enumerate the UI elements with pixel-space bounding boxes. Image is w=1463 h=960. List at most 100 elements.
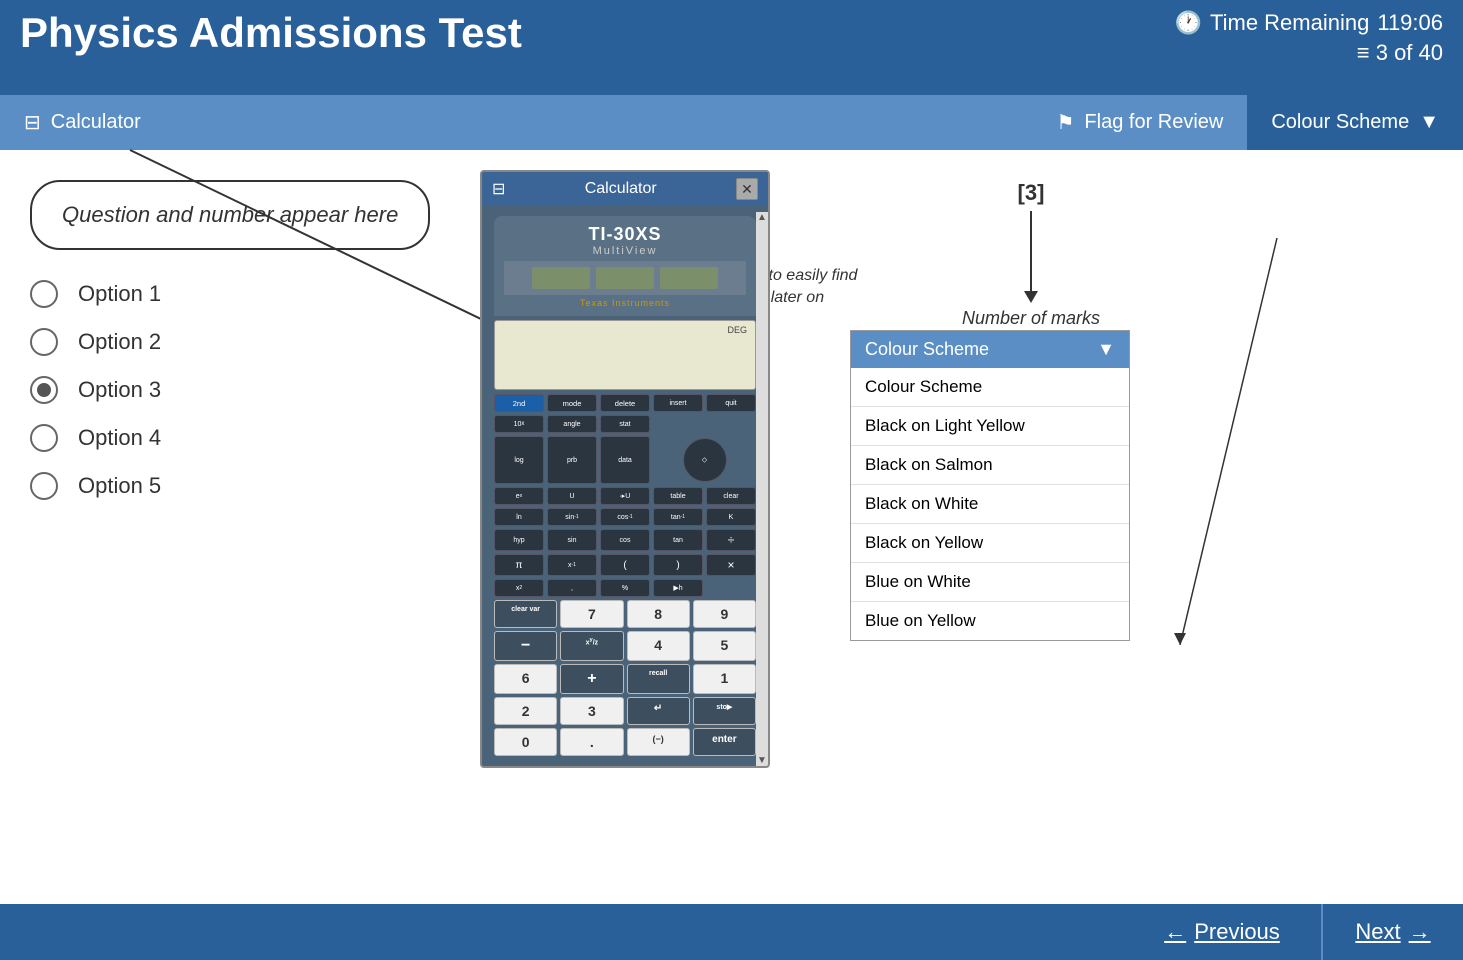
calculator-numpad: clear var 7 8 9 − xy/z 4 5 6 + recall 1 … — [494, 600, 756, 756]
calc-btn-tan1[interactable]: tan-1 — [653, 508, 703, 526]
calc-btn-sin[interactable]: sin — [547, 529, 597, 551]
marks-arrow-line — [1030, 211, 1032, 291]
option-radio-1[interactable] — [30, 280, 58, 308]
marks-label: Number of marks — [962, 308, 1100, 329]
calc-btn-7[interactable]: 7 — [560, 600, 623, 628]
footer: ← Previous Next → — [0, 904, 1463, 960]
calc-btn-table[interactable]: table — [653, 487, 703, 505]
calc-btn-log[interactable]: log — [494, 436, 544, 484]
calc-btn-xyroot[interactable]: xy/z — [560, 631, 623, 661]
dropdown-item-5[interactable]: Blue on White — [851, 563, 1129, 602]
calculator-button[interactable]: ⊟ Calculator — [0, 95, 165, 150]
calculator-scrollbar[interactable]: ▲ ▼ — [756, 212, 768, 766]
calc-btn-6[interactable]: 6 — [494, 664, 557, 694]
calculator-titlebar: ⊟ Calculator ✕ — [482, 172, 768, 206]
colour-scheme-dropdown: Colour Scheme ▼ Colour Scheme Black on L… — [850, 330, 1130, 641]
calc-btn-gtfrac[interactable]: ▶h — [653, 579, 703, 597]
calc-btn-ln[interactable]: ln — [494, 508, 544, 526]
dropdown-item-1[interactable]: Black on Light Yellow — [851, 407, 1129, 446]
calc-btn-9[interactable]: 9 — [693, 600, 756, 628]
calc-btn-recall[interactable]: recall — [627, 664, 690, 694]
scroll-down-arrow[interactable]: ▼ — [757, 755, 767, 766]
header: Physics Admissions Test 🕐 Time Remaining… — [0, 0, 1463, 95]
option-radio-3[interactable] — [30, 376, 58, 404]
next-label: Next — [1355, 919, 1400, 945]
calc-btn-8[interactable]: 8 — [627, 600, 690, 628]
calc-btn-3[interactable]: 3 — [560, 697, 623, 725]
option-radio-4[interactable] — [30, 424, 58, 452]
calc-btn-mode[interactable]: mode — [547, 394, 597, 412]
next-arrow-icon: → — [1409, 919, 1431, 945]
colour-scheme-button[interactable]: Colour Scheme ▼ — [1247, 95, 1463, 150]
calc-btn-x2[interactable]: x2 — [494, 579, 544, 597]
calc-btn-1[interactable]: 1 — [693, 664, 756, 694]
calc-btn-cos[interactable]: cos — [600, 529, 650, 551]
time-value: 119:06 — [1377, 10, 1443, 36]
flag-for-review-button[interactable]: ⚑ Flag for Review — [1032, 95, 1247, 150]
calc-btn-empty3[interactable]: U — [547, 487, 597, 505]
option-radio-2[interactable] — [30, 328, 58, 356]
colour-scheme-dropdown-header[interactable]: Colour Scheme ▼ — [851, 331, 1129, 368]
calc-btn-enter2[interactable]: enter — [693, 728, 756, 756]
calc-btn-clearvar[interactable]: clear var — [494, 600, 557, 628]
calc-btn-minus[interactable]: − — [494, 631, 557, 661]
calc-btn-prb[interactable]: prb — [547, 436, 597, 484]
calc-btn-clear[interactable]: clear — [706, 487, 756, 505]
calc-btn-5[interactable]: 5 — [693, 631, 756, 661]
calc-btn-quit[interactable]: quit — [706, 394, 756, 412]
calc-btn-enter1[interactable]: ↵ — [627, 697, 690, 725]
dropdown-item-0[interactable]: Colour Scheme — [851, 368, 1129, 407]
calc-btn-delete[interactable]: delete — [600, 394, 650, 412]
calc-btn-mul[interactable]: × — [706, 554, 756, 576]
next-button[interactable]: Next → — [1323, 904, 1463, 960]
calc-btn-sin1[interactable]: sin-1 — [547, 508, 597, 526]
scroll-up-arrow[interactable]: ▲ — [757, 212, 767, 223]
calc-btn-nav[interactable]: ⬦ — [683, 438, 727, 482]
calc-btn-x3[interactable]: , — [547, 579, 597, 597]
calc-btn-pi[interactable]: π — [494, 554, 544, 576]
calc-btn-hyp[interactable]: hyp — [494, 529, 544, 551]
calc-btn-k[interactable]: K — [706, 508, 756, 526]
colour-scheme-dropdown-chevron: ▼ — [1097, 339, 1115, 360]
option-label-1: Option 1 — [78, 281, 161, 307]
calc-btn-plus[interactable]: + — [560, 664, 623, 694]
calc-btn-xsq[interactable]: x-1 — [547, 554, 597, 576]
calc-btn-div[interactable]: ÷ — [706, 529, 756, 551]
dropdown-item-6[interactable]: Blue on Yellow — [851, 602, 1129, 640]
calc-btn-2[interactable]: 2 — [494, 697, 557, 725]
display-slot-2 — [596, 267, 654, 289]
calc-btn-4[interactable]: 4 — [627, 631, 690, 661]
dropdown-item-3[interactable]: Black on White — [851, 485, 1129, 524]
calc-btn-angle[interactable]: angle — [547, 415, 597, 433]
calc-btn-sto[interactable]: sto▶ — [693, 697, 756, 725]
option-label-5: Option 5 — [78, 473, 161, 499]
calc-btn-tan[interactable]: tan — [653, 529, 703, 551]
dropdown-item-2[interactable]: Black on Salmon — [851, 446, 1129, 485]
calc-btn-data[interactable]: data — [600, 436, 650, 484]
calc-btn-empty4[interactable]: ∙▸U — [600, 487, 650, 505]
calc-btn-insert[interactable]: insert — [653, 394, 703, 412]
calc-btn-empty5 — [706, 579, 756, 597]
calc-btn-cos1[interactable]: cos-1 — [600, 508, 650, 526]
calculator-deg-indicator: DEG — [727, 325, 747, 335]
option-label-4: Option 4 — [78, 425, 161, 451]
option-radio-5[interactable] — [30, 472, 58, 500]
calc-btn-neg[interactable]: (−) — [627, 728, 690, 756]
colour-scheme-dropdown-label: Colour Scheme — [865, 339, 989, 360]
dropdown-item-4[interactable]: Black on Yellow — [851, 524, 1129, 563]
calc-btn-stat[interactable]: stat — [600, 415, 650, 433]
calc-btn-0[interactable]: 0 — [494, 728, 557, 756]
calc-btn-dot[interactable]: . — [560, 728, 623, 756]
flag-icon: ⚑ — [1056, 110, 1074, 135]
calculator-close-button[interactable]: ✕ — [736, 178, 758, 200]
marks-bracket: [3] — [1018, 180, 1045, 206]
calc-btn-lparen[interactable]: ( — [600, 554, 650, 576]
calculator-body: TI-30XS MultiView Texas Instruments DEG … — [482, 206, 768, 766]
calc-btn-ex[interactable]: ex — [494, 487, 544, 505]
calc-btn-10x[interactable]: 10x — [494, 415, 544, 433]
calc-btn-2nd[interactable]: 2nd — [494, 394, 544, 412]
calc-btn-pct[interactable]: % — [600, 579, 650, 597]
previous-button[interactable]: ← Previous — [1123, 904, 1323, 960]
calculator-buttons: 2nd mode delete insert quit 10x angle st… — [494, 394, 756, 597]
calc-btn-rparen[interactable]: ) — [653, 554, 703, 576]
